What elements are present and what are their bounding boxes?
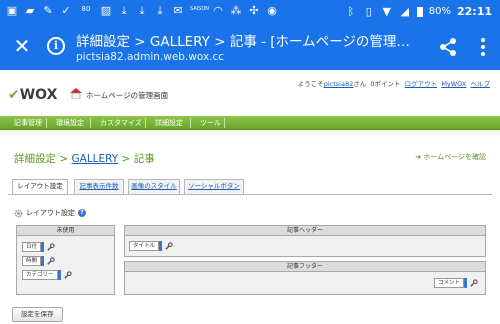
home-icon — [70, 88, 82, 99]
logo-text: WOX — [19, 87, 58, 103]
download-icon: ⤓ — [157, 4, 163, 17]
image-icon: ▨ — [100, 4, 112, 17]
mywox-link[interactable]: MyWOX — [441, 80, 466, 88]
tab-underline — [8, 194, 492, 195]
arrow-icon: ➜ — [415, 153, 422, 161]
site-header: ようこそpictsia82さん 0ポイント ログアウト MyWOX ヘルプ ✔W… — [0, 70, 500, 114]
unused-column-header: 未使用 — [17, 226, 114, 236]
breadcrumb-sep: > — [59, 153, 69, 165]
part-title[interactable]: タイトル — [129, 241, 173, 251]
vibrate-icon: ▯ — [365, 4, 372, 18]
download-icon: ⤓ — [139, 4, 145, 17]
part-time[interactable]: 時間 — [22, 256, 55, 266]
part-label: コメント — [433, 278, 464, 288]
battery-icon — [416, 6, 423, 17]
wrench-icon[interactable] — [63, 270, 72, 280]
close-icon[interactable]: ✕ — [12, 36, 32, 56]
photo-icon: ▣ — [6, 4, 18, 17]
welcome-prefix: ようこそ — [297, 80, 324, 88]
nav-item-advanced[interactable]: 詳細設定 — [149, 116, 189, 130]
info-icon[interactable]: i — [47, 37, 65, 55]
nav-item-article-management[interactable]: 記事管理 — [8, 116, 48, 130]
browser-toolbar: ✕ i 詳細設定 > GALLERY > 記事 - [ホームページの管理画面].… — [0, 24, 500, 70]
article-footer-column-header: 記事フッター — [125, 262, 485, 272]
bluetooth-icon: ᛒ — [347, 4, 355, 18]
wrench-icon[interactable] — [469, 278, 478, 288]
download-icon: ⤓ — [121, 4, 127, 17]
drag-handle[interactable] — [41, 242, 45, 252]
nav-item-tools[interactable]: ツール — [194, 116, 227, 130]
home-confirm-link[interactable]: ➜ ホームページを確認 — [415, 152, 486, 162]
car-icon: ◠ — [213, 4, 223, 17]
game-icon: ✣ — [249, 4, 259, 17]
saison-icon: SAISON — [190, 6, 210, 12]
wrench-icon[interactable] — [164, 241, 173, 251]
home-confirm-label: ホームページを確認 — [423, 153, 486, 161]
points: 0ポイント — [370, 80, 401, 88]
status-bar: ▣ ▰ ✎ ✓ 80 ▨ ⤓ ⤓ ⤓ ✉ SAISON ◠ ⁂ ✣ ◉ ᛒ ▯ … — [0, 0, 500, 24]
gmail-icon: ✉ — [173, 4, 183, 17]
help-link[interactable]: ヘルプ — [471, 80, 491, 88]
nav-item-customize[interactable]: カスタマイズ — [94, 116, 148, 130]
share-icon[interactable] — [438, 37, 458, 57]
article-header-column-header: 記事ヘッダー — [125, 226, 485, 236]
main-nav: 記事管理 環境設定 カスタマイズ 詳細設定 ツール — [0, 116, 500, 130]
camera-icon: ◉ — [267, 4, 277, 17]
article-footer-column: 記事フッター コメント — [124, 261, 486, 295]
wrench-icon[interactable] — [46, 242, 55, 252]
drag-handle[interactable] — [57, 270, 61, 280]
folder-icon: ▰ — [25, 4, 35, 17]
part-label: 時間 — [22, 256, 42, 266]
logout-link[interactable]: ログアウト — [405, 80, 438, 88]
breadcrumb-gallery-link[interactable]: GALLERY — [72, 153, 119, 165]
network-icon: ⁂ — [230, 4, 242, 17]
page-title: 詳細設定 > GALLERY > 記事 - [ホームページの管理画面]... — [76, 34, 416, 50]
welcome-suffix: さん — [353, 80, 367, 88]
tab-article-count[interactable]: 記事表示件数 — [74, 179, 124, 194]
signal-icon: ◢ — [400, 4, 409, 18]
drag-handle[interactable] — [464, 278, 467, 288]
battery-percent: 80% — [428, 6, 451, 17]
layout-label: レイアウト設定 — [26, 209, 75, 217]
check-icon: ✓ — [61, 4, 71, 17]
tab-image-style[interactable]: 画像のスタイル — [128, 179, 180, 194]
clock: 22:11 — [456, 5, 492, 18]
nav-subband — [0, 130, 500, 138]
breadcrumb-root: 詳細設定 — [14, 153, 56, 165]
part-date[interactable]: 日付 — [22, 242, 55, 252]
battery-80-icon: 80 — [81, 5, 91, 13]
part-label: 日付 — [22, 242, 42, 252]
layout-section-title: レイアウト設定 ? — [14, 208, 86, 218]
part-label: カテゴリー — [22, 270, 58, 280]
help-icon[interactable]: ? — [78, 209, 86, 217]
user-bar: ようこそpictsia82さん 0ポイント ログアウト MyWOX ヘルプ — [298, 78, 490, 88]
article-header-column: 記事ヘッダー タイトル — [124, 225, 486, 257]
breadcrumb: 詳細設定 > GALLERY > 記事 — [14, 151, 155, 166]
unused-column: 未使用 日付 時間 カテゴリー — [16, 225, 115, 295]
wrench-icon: ✎ — [43, 4, 53, 17]
nav-item-environment[interactable]: 環境設定 — [50, 116, 90, 130]
page-url: pictsia82.admin.web.wox.cc — [76, 51, 225, 63]
tab-layout[interactable]: レイアウト設定 — [12, 179, 68, 195]
part-comment[interactable]: コメント — [433, 278, 478, 288]
leaf-icon: ✔ — [8, 87, 20, 103]
wifi-icon: ▼ — [382, 4, 391, 18]
wrench-icon[interactable] — [46, 256, 55, 266]
drag-handle[interactable] — [159, 241, 163, 251]
part-category[interactable]: カテゴリー — [22, 270, 72, 280]
breadcrumb-sep: > — [121, 153, 131, 165]
drag-handle[interactable] — [41, 256, 45, 266]
logo-subtitle: ホームページの管理画面 — [86, 91, 169, 100]
breadcrumb-current: 記事 — [133, 153, 155, 165]
part-label: タイトル — [129, 241, 160, 251]
tab-social-buttons[interactable]: ソーシャルボタン — [184, 179, 244, 194]
username-link[interactable]: pictsia82 — [324, 80, 354, 88]
more-vert-icon[interactable] — [478, 36, 488, 58]
save-settings-button[interactable]: 設定を保存 — [12, 307, 63, 322]
gear-icon — [14, 209, 23, 217]
wox-logo[interactable]: ✔WOX — [8, 87, 57, 103]
